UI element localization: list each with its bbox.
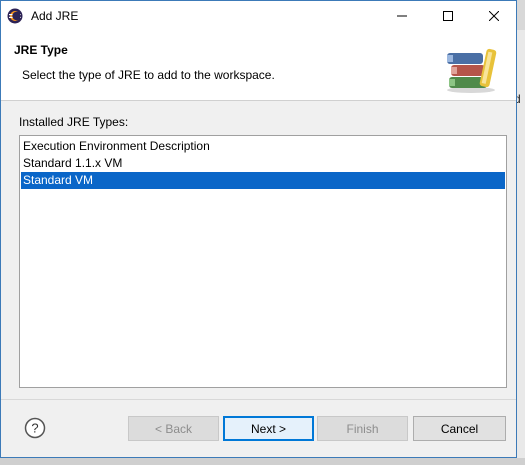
title-bar[interactable]: Add JRE <box>1 1 516 31</box>
wizard-header: JRE Type Select the type of JRE to add t… <box>1 31 516 101</box>
maximize-icon <box>443 11 453 21</box>
list-item[interactable]: Standard VM <box>21 172 505 189</box>
page-description: Select the type of JRE to add to the wor… <box>22 68 275 82</box>
help-icon[interactable]: ? <box>24 417 46 439</box>
back-button[interactable]: < Back <box>128 416 219 441</box>
page-title: JRE Type <box>14 43 68 57</box>
installed-jre-types-label: Installed JRE Types: <box>19 115 129 129</box>
window-title: Add JRE <box>31 9 79 23</box>
finish-button[interactable]: Finish <box>317 416 408 441</box>
books-icon <box>447 48 497 93</box>
close-button[interactable] <box>471 1 517 31</box>
background-window-bottom <box>0 458 525 465</box>
jre-type-list[interactable]: Execution Environment Description Standa… <box>19 135 507 388</box>
svg-text:?: ? <box>31 421 38 436</box>
cancel-button[interactable]: Cancel <box>413 416 506 441</box>
minimize-button[interactable] <box>379 1 425 31</box>
minimize-icon <box>397 15 407 17</box>
eclipse-app-icon <box>7 8 23 24</box>
add-jre-dialog: Add JRE JRE Type Select the type of JRE … <box>0 0 517 458</box>
list-item[interactable]: Standard 1.1.x VM <box>21 155 505 172</box>
list-item[interactable]: Execution Environment Description <box>21 138 505 155</box>
footer-separator <box>1 399 516 400</box>
maximize-button[interactable] <box>425 1 471 31</box>
next-button[interactable]: Next > <box>223 416 314 441</box>
close-icon <box>489 11 499 21</box>
